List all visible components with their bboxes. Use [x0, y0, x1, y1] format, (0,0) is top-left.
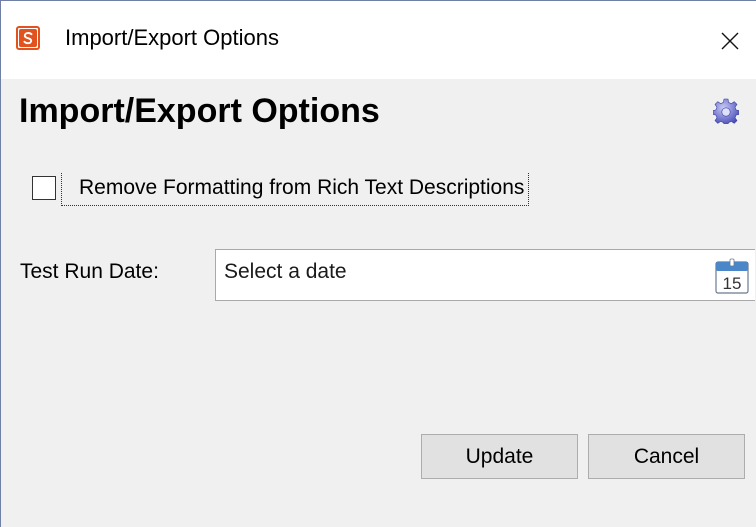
- calendar-day-text: 15: [723, 274, 742, 293]
- gear-icon[interactable]: [712, 98, 740, 125]
- remove-formatting-option[interactable]: Remove Formatting from Rich Text Descrip…: [32, 173, 552, 213]
- page-title: Import/Export Options: [19, 92, 380, 130]
- calendar-icon: 15: [715, 258, 749, 294]
- update-button[interactable]: Update: [421, 434, 578, 479]
- cancel-button[interactable]: Cancel: [588, 434, 745, 479]
- window-title: Import/Export Options: [65, 25, 279, 50]
- test-run-date-field[interactable]: 15: [215, 249, 755, 301]
- test-run-date-input[interactable]: [224, 259, 694, 285]
- title-bar[interactable]: Import/Export Options: [1, 1, 756, 79]
- remove-formatting-checkbox[interactable]: [32, 176, 56, 200]
- close-icon: [721, 32, 739, 50]
- import-export-options-dialog: Import/Export Options Import/Export Opti…: [0, 0, 756, 527]
- calendar-button[interactable]: 15: [713, 258, 751, 296]
- dialog-content: Import/Export Options Remove Formatting …: [1, 79, 756, 527]
- app-s-icon: [16, 26, 40, 50]
- close-button[interactable]: [707, 15, 753, 65]
- test-run-date-label: Test Run Date:: [20, 260, 159, 283]
- remove-formatting-label[interactable]: Remove Formatting from Rich Text Descrip…: [61, 173, 530, 206]
